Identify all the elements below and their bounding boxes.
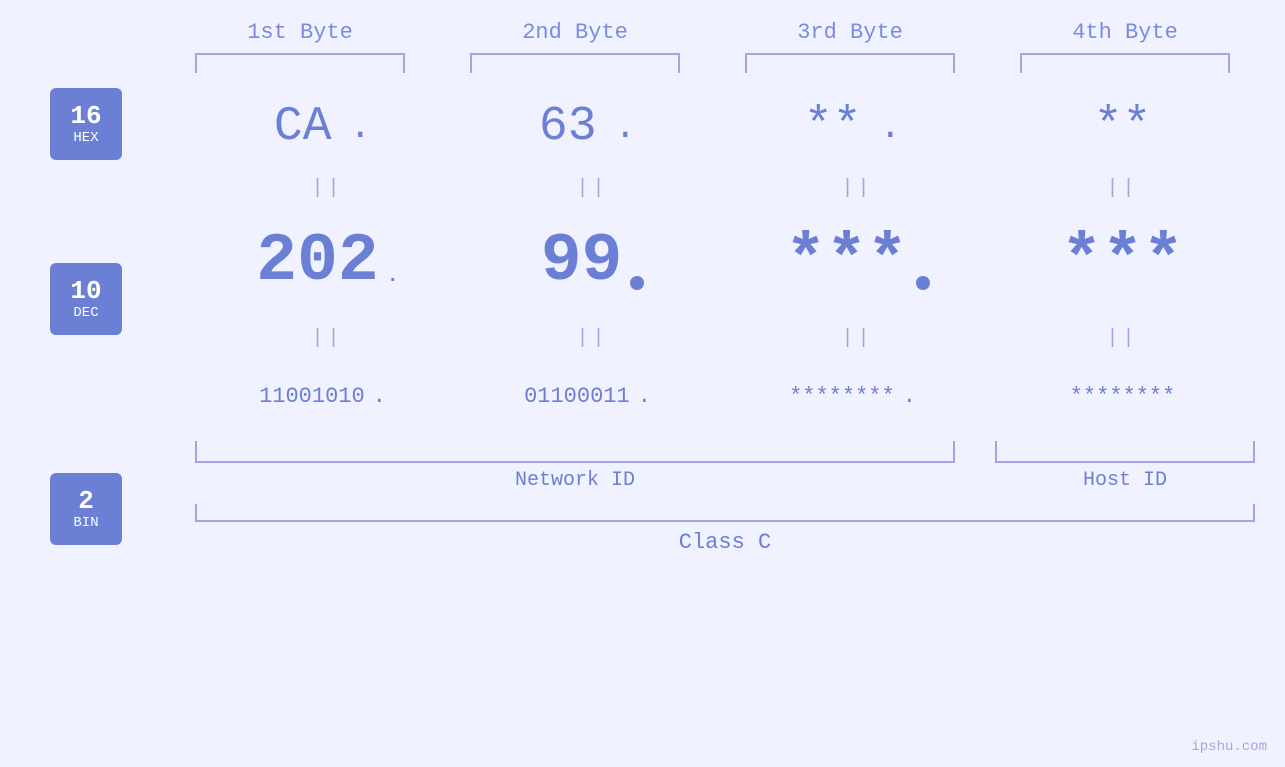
byte2-header: 2nd Byte <box>465 20 685 45</box>
bin-dot-2: . <box>638 384 651 409</box>
sep-2-2: || <box>460 327 725 350</box>
bin-cell-1: 11001010 . <box>195 384 460 409</box>
watermark: ipshu.com <box>1191 739 1267 755</box>
dec-val-1: 202 <box>256 223 378 300</box>
hex-cell-3: ** . <box>725 100 990 154</box>
sep-cells-1: || || || || <box>195 177 1255 200</box>
hex-dot-2: . <box>615 107 637 148</box>
hex-val-1: CA <box>274 100 332 154</box>
sep-1-1: || <box>195 177 460 200</box>
bin-cell-4: ******** <box>990 384 1255 409</box>
dec-cell-3: *** <box>725 223 990 300</box>
top-bracket-1 <box>195 53 405 73</box>
byte-headers: 1st Byte 2nd Byte 3rd Byte 4th Byte <box>163 20 1263 45</box>
byte1-header: 1st Byte <box>190 20 410 45</box>
sep-cells-2: || || || || <box>195 327 1255 350</box>
sep-sym-2-3: || <box>841 327 873 350</box>
dec-dot-2 <box>630 276 644 290</box>
sep-sym-2-2: || <box>576 327 608 350</box>
dec-val-4: *** <box>1061 223 1183 300</box>
class-bracket <box>195 504 1255 522</box>
dec-dot-1: . <box>387 265 399 288</box>
bin-cells: 11001010 . 01100011 . ******** . *******… <box>195 384 1255 409</box>
top-bracket-2 <box>470 53 680 73</box>
bin-badge-num: 2 <box>78 487 94 516</box>
content-area: 16 HEX CA . 63 . ** . ** <box>0 83 1285 555</box>
sep-2-4: || <box>990 327 1255 350</box>
dec-val-2: 99 <box>541 223 623 300</box>
sep-row-2: || || || || <box>0 321 1285 356</box>
dec-cell-4: *** <box>990 223 1255 300</box>
dec-cells: 202 . 99 *** *** <box>195 223 1255 310</box>
top-brackets <box>163 53 1263 73</box>
dec-val-3: *** <box>785 223 907 300</box>
hex-val-4: ** <box>1094 100 1152 154</box>
bin-badge: 2 BIN <box>50 473 122 545</box>
sep-1-4: || <box>990 177 1255 200</box>
sep-sym-2-4: || <box>1106 327 1138 350</box>
bracket-spacer <box>955 441 995 463</box>
hex-val-3: ** <box>804 100 862 154</box>
main-container: 1st Byte 2nd Byte 3rd Byte 4th Byte 16 H… <box>0 0 1285 767</box>
top-bracket-4 <box>1020 53 1230 73</box>
top-bracket-3 <box>745 53 955 73</box>
bin-dot-3: . <box>903 384 916 409</box>
hex-row: CA . 63 . ** . ** <box>0 83 1285 171</box>
hex-dot-3: . <box>880 107 902 148</box>
dec-row: 202 . 99 *** *** <box>0 211 1285 321</box>
hex-cell-4: ** <box>990 100 1255 154</box>
network-bracket <box>195 441 955 463</box>
bottom-brackets-row <box>195 441 1255 463</box>
bin-cell-2: 01100011 . <box>460 384 725 409</box>
hex-val-2: 63 <box>539 100 597 154</box>
hex-cell-1: CA . <box>195 100 460 154</box>
dec-dot-3 <box>916 276 930 290</box>
sep-sym-2-1: || <box>311 327 343 350</box>
bin-dot-1: . <box>373 384 386 409</box>
hex-dot-1: . <box>350 107 372 148</box>
bin-val-1: 11001010 <box>259 384 365 409</box>
sep-1-3: || <box>725 177 990 200</box>
bin-row: 11001010 . 01100011 . ******** . *******… <box>0 356 1285 436</box>
dec-cell-1: 202 . <box>195 223 460 300</box>
host-id-label: Host ID <box>995 469 1255 492</box>
sep-2-3: || <box>725 327 990 350</box>
sep-sym-1-4: || <box>1106 177 1138 200</box>
bin-val-2: 01100011 <box>524 384 630 409</box>
bin-val-3: ******** <box>789 384 895 409</box>
byte3-header: 3rd Byte <box>740 20 960 45</box>
network-id-label: Network ID <box>195 469 955 492</box>
sep-row-1: || || || || <box>0 171 1285 206</box>
hex-cell-2: 63 . <box>460 100 725 154</box>
sep-1-2: || <box>460 177 725 200</box>
dec-cell-2: 99 <box>460 223 725 300</box>
bin-cell-3: ******** . <box>725 384 990 409</box>
id-labels-row: Network ID Host ID <box>195 469 1255 492</box>
byte4-header: 4th Byte <box>1015 20 1235 45</box>
hex-cells: CA . 63 . ** . ** <box>195 100 1255 154</box>
class-bracket-row <box>195 504 1255 522</box>
sep-2-1: || <box>195 327 460 350</box>
sep-sym-1-2: || <box>576 177 608 200</box>
sep-sym-1-3: || <box>841 177 873 200</box>
host-bracket <box>995 441 1255 463</box>
class-label: Class C <box>195 530 1255 555</box>
bin-badge-label: BIN <box>73 515 98 531</box>
sep-sym-1-1: || <box>311 177 343 200</box>
bin-val-4: ******** <box>1070 384 1176 409</box>
